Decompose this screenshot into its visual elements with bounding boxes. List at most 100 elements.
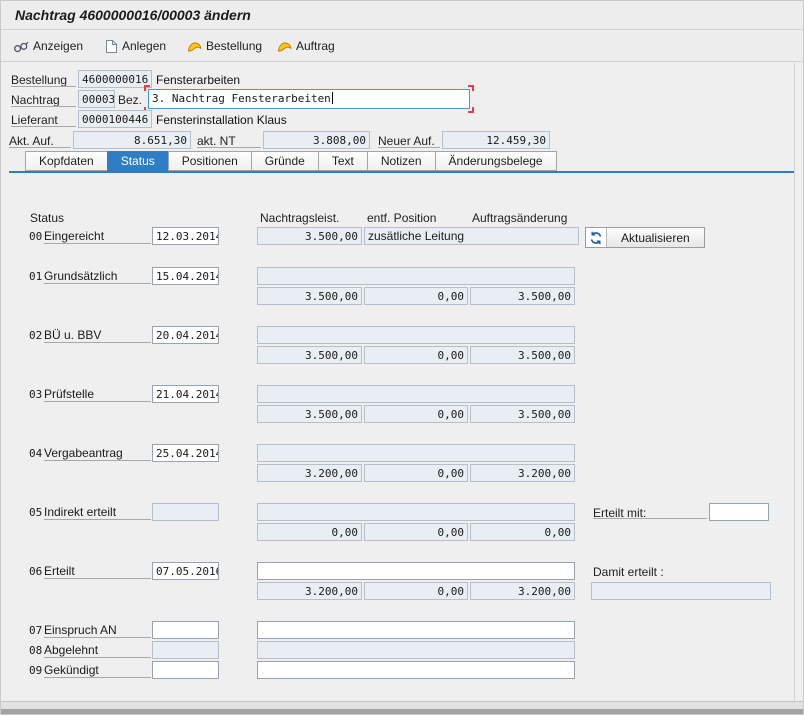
status-label: Eingereicht [44, 229, 104, 243]
status-label: Erteilt [44, 564, 75, 578]
yellow-object-icon [187, 40, 202, 53]
tab-notizen[interactable]: Notizen [367, 151, 436, 171]
erteilt-mit-field[interactable] [709, 503, 769, 521]
neuer-auf-value-field: 12.459,30 [442, 131, 550, 149]
label-filler-line [44, 342, 151, 343]
status-code: 06 [29, 565, 42, 578]
status-note-field[interactable] [257, 621, 575, 639]
status-row-07: 07 Einspruch AN [1, 621, 803, 641]
anzeigen-button[interactable]: Anzeigen [9, 36, 87, 56]
status-code: 05 [29, 506, 42, 519]
tab-status[interactable]: Status [107, 151, 169, 171]
status-date-field[interactable] [152, 621, 219, 639]
status-date-field[interactable]: 15.04.2014 [152, 267, 219, 285]
bez-input-focus-wrap: 3. Nachtrag Fensterarbeiten [148, 89, 470, 109]
status-row-08: 08 Abgelehnt [1, 641, 803, 661]
auftragsaenderung-amount: 3.500,00 [470, 405, 575, 423]
status-date-field [152, 503, 219, 521]
status-row-04-amounts: 3.200,00 0,00 3.200,00 [1, 464, 803, 484]
auftrag-button-label: Auftrag [296, 39, 335, 53]
status-row-02-amounts: 3.500,00 0,00 3.500,00 [1, 346, 803, 366]
status-note-field [257, 267, 575, 285]
status-date-field[interactable]: 25.04.2014 [152, 444, 219, 462]
status-code: 07 [29, 624, 42, 637]
tab-text[interactable]: Text [318, 151, 368, 171]
bez-input[interactable]: 3. Nachtrag Fensterarbeiten [148, 89, 470, 109]
status-code: 02 [29, 329, 42, 342]
status-label: Vergabeantrag [44, 446, 123, 460]
label-filler-line [44, 637, 151, 638]
aktualisieren-button[interactable]: Aktualisieren [585, 227, 705, 248]
status-date-field [152, 641, 219, 659]
status-date-field[interactable]: 21.04.2014 [152, 385, 219, 403]
window-bottom-border [1, 709, 803, 714]
text-cursor [332, 92, 333, 104]
entf-position-amount: 0,00 [364, 582, 468, 600]
status-note-field [257, 385, 575, 403]
status-note-field [257, 444, 575, 462]
auftragsaenderung-amount: 3.500,00 [470, 346, 575, 364]
tab-strip-rule [9, 171, 794, 173]
entf-position-amount: 0,00 [364, 523, 468, 541]
nachtrag-label: Nachtrag [11, 93, 60, 107]
bestellung-button[interactable]: Bestellung [183, 36, 266, 56]
focus-corner-mark [468, 107, 474, 113]
label-filler-line [44, 519, 151, 520]
label-filler-line [44, 401, 151, 402]
status-code: 01 [29, 270, 42, 283]
status-row-05-amounts: 0,00 0,00 0,00 [1, 523, 803, 543]
status-row-01: 01 Grundsätzlich 15.04.2014 [1, 267, 803, 287]
status-note-field [257, 503, 575, 521]
status-note-field[interactable] [257, 661, 575, 679]
glasses-icon [13, 39, 29, 53]
status-label: Prüfstelle [44, 387, 94, 401]
status-label: Gekündigt [44, 663, 99, 677]
auftrag-button[interactable]: Auftrag [273, 36, 339, 56]
status-row-03: 03 Prüfstelle 21.04.2014 [1, 385, 803, 405]
status-row-05: 05 Indirekt erteilt Erteilt mit: [1, 503, 803, 523]
status-column-header: Status [30, 211, 64, 225]
tab-positionen[interactable]: Positionen [168, 151, 252, 171]
bestellung-label: Bestellung [11, 73, 67, 87]
tab-gruende[interactable]: Gründe [251, 151, 319, 171]
status-date-field[interactable] [152, 661, 219, 679]
status-code: 09 [29, 664, 42, 677]
bestellung-value-field: 4600000016 [78, 70, 152, 88]
anlegen-button-label: Anlegen [122, 39, 166, 53]
anlegen-button[interactable]: Anlegen [101, 36, 170, 56]
status-row-02: 02 BÜ u. BBV 20.04.2014 [1, 326, 803, 346]
akt-auf-value-field: 8.651,30 [73, 131, 191, 149]
nachtragsleist-amount: 0,00 [257, 523, 362, 541]
status-date-field[interactable]: 20.04.2014 [152, 326, 219, 344]
status-note-field [257, 326, 575, 344]
label-filler-line [44, 657, 151, 658]
entf-position-field: zusätliche Leitung [364, 227, 579, 245]
bez-label: Bez. [118, 93, 142, 107]
tab-strip: Kopfdaten Status Positionen Gründe Text … [26, 151, 557, 171]
akt-nt-value-field: 3.808,00 [263, 131, 370, 149]
label-filler-line [11, 86, 76, 87]
tab-kopfdaten[interactable]: Kopfdaten [25, 151, 108, 171]
auftragsaenderung-amount: 0,00 [470, 523, 575, 541]
akt-nt-label: akt. NT [197, 134, 236, 148]
label-filler-line [197, 147, 261, 148]
status-code: 00 [29, 230, 42, 243]
status-row-09: 09 Gekündigt [1, 661, 803, 681]
label-filler-line [378, 147, 440, 148]
page-title: Nachtrag 4600000016/00003 ändern [15, 7, 251, 23]
nachtragsleist-amount: 3.200,00 [257, 464, 362, 482]
status-date-field[interactable]: 07.05.2016 [152, 562, 219, 580]
status-date-field[interactable]: 12.03.2014 [152, 227, 219, 245]
bez-input-value: 3. Nachtrag Fensterarbeiten [152, 92, 331, 105]
nachtragsleist-amount: 3.200,00 [257, 582, 362, 600]
anzeigen-button-label: Anzeigen [33, 39, 83, 53]
nachtragsleist-field: 3.500,00 [257, 227, 362, 245]
auftragsaenderung-amount: 3.500,00 [470, 287, 575, 305]
tab-aenderungsbelege[interactable]: Änderungsbelege [435, 151, 557, 171]
entf-position-amount: 0,00 [364, 287, 468, 305]
lieferant-label: Lieferant [11, 113, 58, 127]
akt-auf-label: Akt. Auf. [9, 134, 54, 148]
label-filler-line [44, 578, 151, 579]
label-filler-line [11, 106, 76, 107]
status-note-field[interactable] [257, 562, 575, 580]
